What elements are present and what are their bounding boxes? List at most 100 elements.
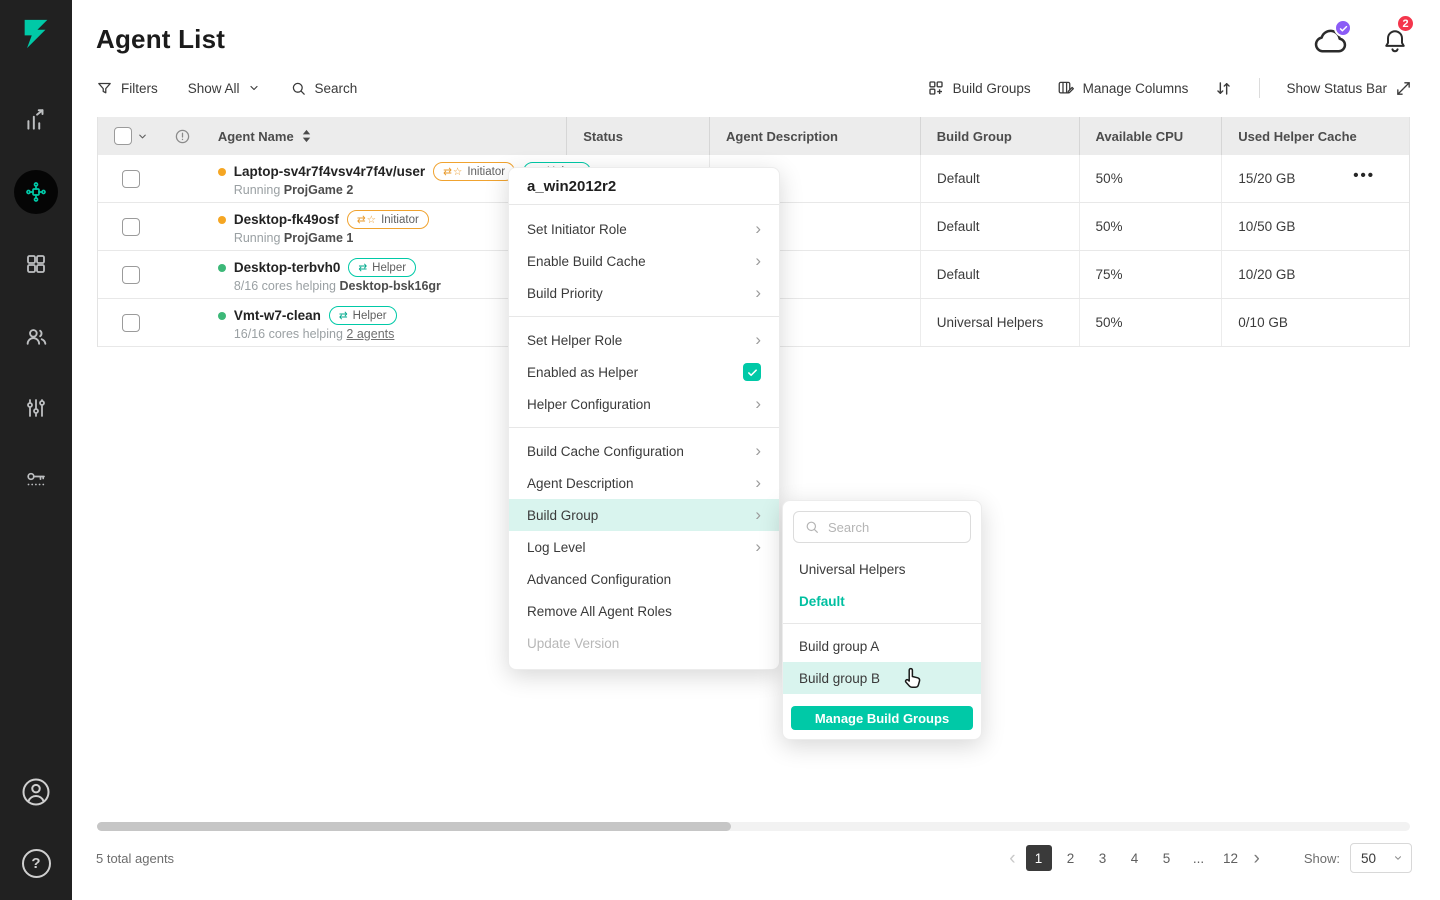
select-all-checkbox[interactable] [114, 127, 132, 145]
submenu-item-default[interactable]: Default [783, 585, 981, 617]
row-checkbox[interactable] [122, 218, 140, 236]
sidebar-item-performance[interactable] [0, 84, 72, 156]
used-helper-cache-cell: 0/10 GB [1222, 299, 1409, 346]
row-checkbox[interactable] [122, 266, 140, 284]
menu-item-build-cache-configuration[interactable]: Build Cache Configuration › [509, 435, 779, 467]
menu-item-build-group[interactable]: Build Group › [509, 499, 779, 531]
sidebar-profile[interactable] [0, 777, 72, 807]
menu-item-helper-configuration[interactable]: Helper Configuration › [509, 388, 779, 420]
menu-item-advanced-configuration[interactable]: Advanced Configuration [509, 563, 779, 595]
column-header-used-helper-cache[interactable]: Used Helper Cache [1222, 117, 1409, 155]
sidebar-item-license[interactable] [0, 444, 72, 516]
column-header-status[interactable]: Status [567, 117, 710, 155]
menu-item-log-level[interactable]: Log Level › [509, 531, 779, 563]
row-checkbox[interactable] [122, 314, 140, 332]
sort-icon [1214, 79, 1233, 98]
app-root: ? Agent List 2 Filters [0, 0, 1440, 900]
sidebar-item-settings[interactable] [0, 372, 72, 444]
sidebar-nav [0, 84, 72, 516]
submenu-item-build-group-b[interactable]: Build group B [783, 662, 981, 694]
show-all-dropdown[interactable]: Show All [188, 81, 260, 96]
page-size-group: Show: 50 [1304, 843, 1412, 873]
page-button-2[interactable]: 2 [1058, 845, 1084, 871]
menu-item-enable-build-cache[interactable]: Enable Build Cache › [509, 245, 779, 277]
column-header-agent-description[interactable]: Agent Description [710, 117, 921, 155]
menu-item-build-priority[interactable]: Build Priority › [509, 277, 779, 309]
page-title: Agent List [96, 24, 225, 55]
submenu-search[interactable] [793, 511, 971, 543]
agent-name[interactable]: Vmt-w7-clean [234, 308, 321, 323]
page-button-1[interactable]: 1 [1026, 845, 1052, 871]
submenu-item-universal-helpers[interactable]: Universal Helpers [783, 553, 981, 585]
sidebar-item-users[interactable] [0, 300, 72, 372]
build-group-cell: Default [921, 155, 1080, 202]
status-dot [218, 216, 226, 224]
pagination-prev-icon[interactable]: ‹ [1005, 849, 1019, 868]
submenu-item-build-group-a[interactable]: Build group A [783, 630, 981, 662]
page-button-12[interactable]: 12 [1218, 845, 1244, 871]
manage-columns-icon [1057, 79, 1075, 97]
sidebar-help[interactable]: ? [0, 849, 72, 878]
menu-item-remove-all-agent-roles[interactable]: Remove All Agent Roles [509, 595, 779, 627]
menu-item-label: Helper Configuration [527, 397, 651, 412]
used-helper-cache-cell: 10/50 GB [1222, 203, 1409, 250]
menu-divider [509, 427, 779, 428]
row-checkbox[interactable] [122, 170, 140, 188]
available-cpu-cell: 75% [1080, 251, 1223, 298]
column-label: Used Helper Cache [1238, 129, 1357, 144]
settings-sliders-icon [24, 396, 48, 420]
manage-columns-button[interactable]: Manage Columns [1057, 79, 1189, 97]
column-header-agent-name[interactable]: Agent Name [202, 117, 567, 155]
status-dot [218, 264, 226, 272]
enabled-as-helper-checkbox[interactable] [743, 363, 761, 381]
chevron-right-icon: › [755, 506, 761, 523]
cloud-check-badge [1334, 19, 1352, 37]
page-button-4[interactable]: 4 [1122, 845, 1148, 871]
chevron-down-icon [248, 82, 260, 94]
row-actions-button[interactable]: ••• [1353, 167, 1375, 184]
agent-subtitle: Running ProjGame 1 [218, 231, 354, 245]
initiator-badge-icon: ⇄☆ [443, 166, 463, 178]
pagination-next-icon[interactable]: › [1250, 849, 1264, 868]
agent-name[interactable]: Desktop-terbvh0 [234, 260, 341, 275]
chevron-right-icon: › [755, 474, 761, 491]
filters-button[interactable]: Filters [96, 80, 158, 97]
chevron-right-icon: › [755, 395, 761, 412]
chevron-down-icon [1393, 853, 1403, 863]
show-status-bar-button[interactable]: Show Status Bar [1286, 80, 1412, 97]
available-cpu-cell: 50% [1080, 203, 1223, 250]
menu-item-set-helper-role[interactable]: Set Helper Role › [509, 324, 779, 356]
sidebar-item-agents[interactable] [0, 156, 72, 228]
page-button-3[interactable]: 3 [1090, 845, 1116, 871]
search-button[interactable]: Search [290, 80, 358, 97]
submenu-item-label: Build group B [799, 671, 880, 686]
profile-avatar-icon [21, 777, 51, 807]
menu-item-agent-description[interactable]: Agent Description › [509, 467, 779, 499]
horizontal-scrollbar[interactable] [97, 822, 1410, 831]
column-header-build-group[interactable]: Build Group [921, 117, 1080, 155]
chevron-right-icon: › [755, 252, 761, 269]
agent-name[interactable]: Laptop-sv4r7f4vsv4r7f4v/user [234, 164, 425, 179]
page-size-select[interactable]: 50 [1350, 843, 1412, 873]
menu-item-set-initiator-role[interactable]: Set Initiator Role › [509, 213, 779, 245]
page-button-5[interactable]: 5 [1154, 845, 1180, 871]
build-groups-button[interactable]: Build Groups [927, 79, 1031, 97]
helped-agents-link[interactable]: 2 agents [346, 327, 394, 341]
agent-name[interactable]: Desktop-fk49osf [234, 212, 339, 227]
sort-arrows-icon[interactable] [301, 129, 312, 143]
submenu-search-input[interactable] [828, 520, 960, 535]
scrollbar-thumb[interactable] [97, 822, 731, 831]
help-glyph: ? [31, 855, 40, 872]
notification-count: 2 [1402, 18, 1408, 30]
sidebar-item-projects[interactable] [0, 228, 72, 300]
selection-dropdown-icon[interactable] [137, 131, 148, 142]
helper-badge-icon: ⇄ [358, 262, 368, 274]
agent-context-menu: a_win2012r2 Set Initiator Role › Enable … [508, 167, 780, 670]
brand-logo-icon[interactable] [17, 14, 55, 54]
menu-item-enabled-as-helper[interactable]: Enabled as Helper [509, 356, 779, 388]
sort-button[interactable] [1214, 79, 1233, 98]
chevron-right-icon: › [755, 538, 761, 555]
manage-build-groups-button[interactable]: Manage Build Groups [791, 706, 973, 730]
menu-item-label: Enabled as Helper [527, 365, 638, 380]
column-header-available-cpu[interactable]: Available CPU [1080, 117, 1223, 155]
